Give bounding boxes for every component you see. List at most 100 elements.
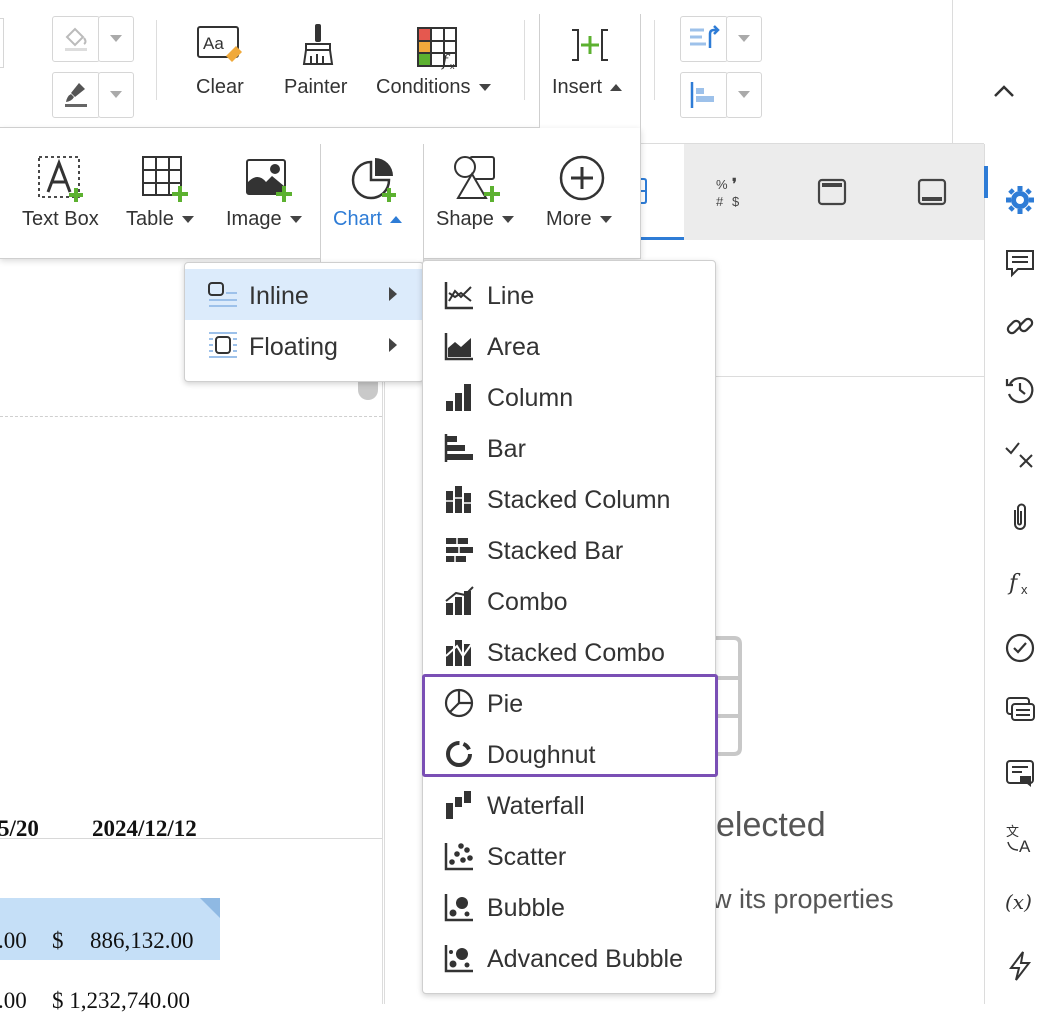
shape-label: Shape (436, 208, 514, 231)
tab-number-format[interactable]: % ❜ # $ (700, 170, 760, 214)
insert-text-box-button[interactable]: Text Box (14, 150, 106, 240)
svg-text:A: A (1019, 837, 1031, 854)
menu-item-inline[interactable]: Inline (185, 269, 423, 320)
table-text: Table (126, 208, 174, 230)
image-icon (246, 159, 292, 202)
advanced-bubble-icon (444, 945, 473, 973)
svg-text:x: x (450, 61, 455, 71)
insert-image-dropdown[interactable]: Image (222, 150, 312, 240)
toolbar-divider (156, 20, 157, 100)
clear-label: Clear (196, 76, 244, 98)
painter-label: Painter (284, 76, 348, 98)
header-layout-icon (817, 178, 847, 206)
comment-marker-icon (200, 898, 220, 918)
chevron-down-icon (501, 216, 514, 224)
line-label: Line (487, 282, 535, 310)
chevron-down-icon (289, 216, 302, 224)
stacked-column-icon (446, 486, 471, 513)
insert-tab-connector-right (640, 14, 641, 128)
svg-text:文: 文 (1006, 825, 1019, 840)
menu-item-advanced-bubble[interactable]: Advanced Bubble (423, 932, 715, 983)
more-text: More (546, 208, 592, 230)
menu-item-scatter[interactable]: Scatter (423, 830, 715, 881)
text-color-dropdown[interactable] (52, 72, 134, 118)
approval-icon[interactable] (1004, 438, 1036, 470)
scatter-label: Scatter (487, 843, 567, 871)
insert-dropdown[interactable]: Insert (540, 22, 640, 102)
footer-layout-icon (917, 178, 947, 206)
toolbar-left-edge (0, 18, 4, 68)
menu-item-line[interactable]: Line (423, 269, 715, 320)
bar-label: Bar (487, 435, 526, 463)
inline-layout-icon (208, 282, 237, 307)
attachment-icon[interactable] (1004, 502, 1036, 534)
align-dropdown[interactable] (680, 72, 762, 118)
chevron-right-icon (389, 338, 397, 352)
svg-text:$: $ (732, 194, 740, 209)
area-chart-icon (444, 333, 473, 361)
floating-label: Floating (249, 333, 338, 361)
link-icon[interactable] (1004, 310, 1036, 342)
bar-chart-icon (444, 434, 473, 462)
empty-state-hint: w its properties (712, 884, 894, 914)
comment-icon[interactable] (1004, 248, 1036, 280)
image-text: Image (226, 208, 282, 230)
collapse-ribbon-button[interactable] (952, 0, 1054, 143)
table-cell: .00 (0, 988, 27, 1013)
feedback-icon[interactable] (1004, 758, 1036, 790)
format-painter-button[interactable]: Painter (280, 22, 354, 102)
menu-item-bubble[interactable]: Bubble (423, 881, 715, 932)
sort-dropdown[interactable] (680, 16, 762, 62)
menu-item-floating[interactable]: Floating (185, 320, 423, 371)
chevron-down-icon (478, 84, 491, 92)
insert-tab-connector-left (539, 14, 540, 128)
clear-button[interactable]: Aa Clear (186, 22, 254, 102)
menu-item-combo[interactable]: Combo (423, 575, 715, 626)
insert-chart-dropdown[interactable]: Chart (320, 144, 424, 270)
translate-icon[interactable]: 文A (1004, 822, 1036, 854)
insert-shape-dropdown[interactable]: Shape (430, 150, 522, 240)
tab-header[interactable] (812, 172, 852, 212)
lightning-icon[interactable] (1004, 950, 1036, 982)
insert-more-dropdown[interactable]: More (540, 150, 630, 240)
comments-list-icon[interactable] (1004, 694, 1036, 726)
inline-label: Inline (249, 282, 309, 310)
menu-item-stacked-column[interactable]: Stacked Column (423, 473, 715, 524)
rail-active-indicator (984, 166, 988, 198)
waterfall-label: Waterfall (487, 792, 585, 820)
tab-footer[interactable] (912, 172, 952, 212)
toolbar-divider (524, 20, 525, 100)
number-format-icon: % ❜ # $ (716, 176, 740, 209)
chevron-down-icon (599, 216, 612, 224)
menu-item-stacked-combo[interactable]: Stacked Combo (423, 626, 715, 677)
menu-item-column[interactable]: Column (423, 371, 715, 422)
fill-color-dropdown[interactable] (52, 16, 134, 62)
svg-text:❜: ❜ (732, 176, 737, 193)
menu-item-stacked-bar[interactable]: Stacked Bar (423, 524, 715, 575)
check-circle-icon[interactable] (1004, 632, 1036, 664)
menu-item-waterfall[interactable]: Waterfall (423, 779, 715, 830)
highlight-box (422, 674, 718, 777)
floating-layout-icon (209, 332, 237, 358)
shape-text: Shape (436, 208, 494, 230)
table-cell: .00 (0, 928, 27, 953)
function-icon[interactable]: fx (1004, 568, 1036, 600)
svg-text:x: x (1021, 582, 1028, 597)
chart-label: Chart (333, 208, 402, 231)
insert-icon (572, 29, 608, 61)
combo-chart-icon (445, 586, 474, 615)
menu-item-area[interactable]: Area (423, 320, 715, 371)
insert-panel-top-border (0, 127, 540, 128)
column-label: Column (487, 384, 574, 412)
menu-item-bar[interactable]: Bar (423, 422, 715, 473)
stacked-combo-icon (445, 640, 474, 666)
conditional-format-icon: f x (417, 27, 457, 71)
history-icon[interactable] (1004, 374, 1036, 406)
insert-table-dropdown[interactable]: Table (122, 150, 210, 240)
gear-icon[interactable] (1004, 184, 1036, 216)
conditions-dropdown[interactable]: f x Conditions (376, 22, 506, 102)
more-label: More (546, 208, 612, 231)
chevron-up-icon (610, 84, 623, 92)
variable-icon[interactable]: (x) (1004, 886, 1036, 918)
svg-text:#: # (716, 194, 724, 209)
